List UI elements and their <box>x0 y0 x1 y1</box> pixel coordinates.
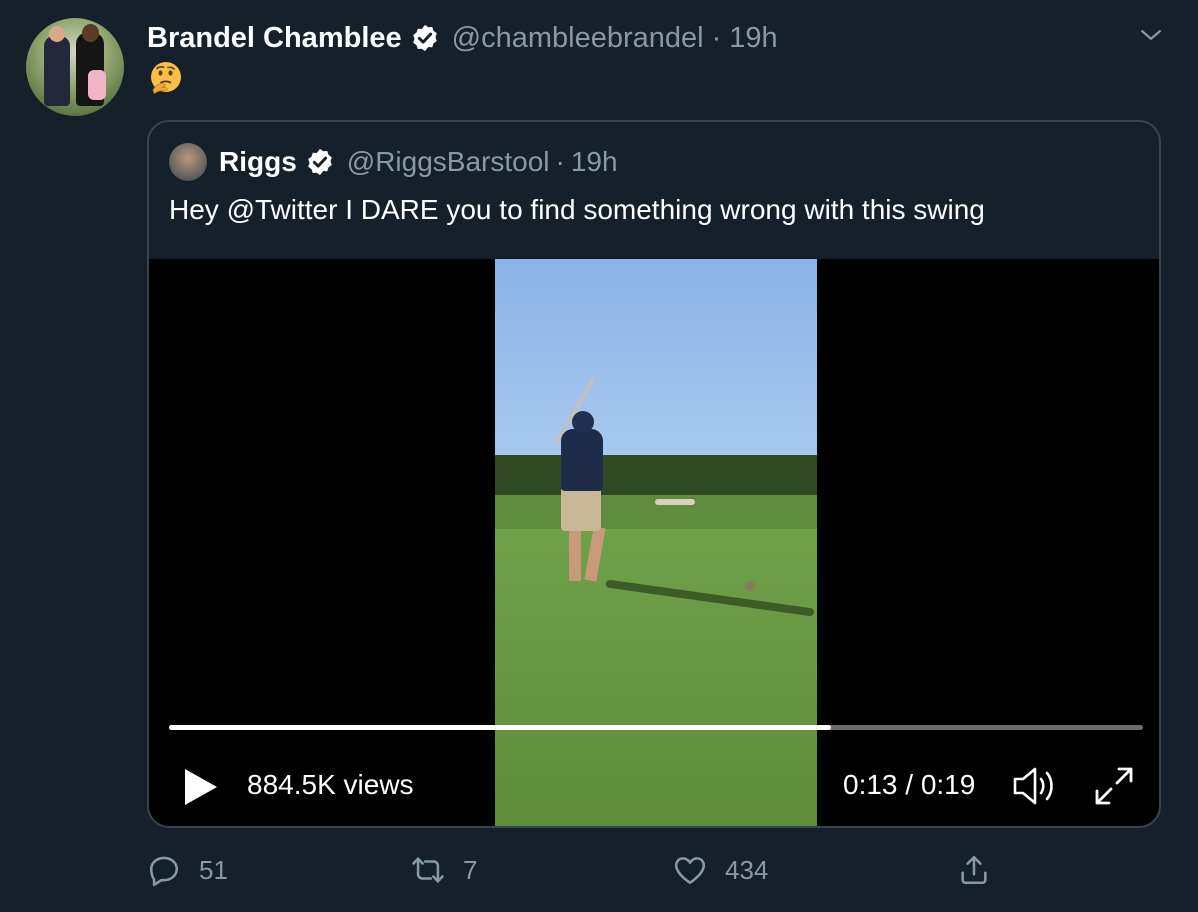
verified-badge-icon <box>412 24 437 52</box>
quoted-author-name[interactable]: Riggs <box>219 146 297 178</box>
video-scene-fairway <box>495 529 817 826</box>
retweet-icon <box>412 857 444 883</box>
tweet-header: Brandel Chamblee @chambleebrandel · 19h <box>147 18 778 58</box>
avatar-figure-head <box>82 24 99 42</box>
thinking-face-emoji-icon <box>151 62 181 95</box>
video-scene-golfer <box>561 429 603 491</box>
share-icon <box>961 855 987 885</box>
video-timer: 0:13 / 0:19 <box>843 769 976 800</box>
quoted-tweet-text: Hey @Twitter I DARE you to find somethin… <box>169 194 985 225</box>
reply-icon <box>149 856 179 887</box>
video-scene-ball <box>745 581 755 591</box>
like-button[interactable]: 434 <box>673 848 768 892</box>
play-icon[interactable] <box>181 767 221 807</box>
retweet-button[interactable]: 7 <box>411 848 477 892</box>
author-handle[interactable]: @chambleebrandel <box>452 22 704 55</box>
reply-count: 51 <box>199 854 228 885</box>
chevron-down-icon[interactable] <box>1136 20 1166 50</box>
video-view-count: 884.5K views <box>247 769 414 800</box>
avatar-figure-head <box>49 26 65 42</box>
quoted-author-avatar[interactable] <box>169 143 207 181</box>
avatar-figure <box>44 36 70 106</box>
like-count: 434 <box>725 854 769 885</box>
video-scene-golfer <box>569 527 581 581</box>
volume-icon[interactable] <box>1011 765 1059 807</box>
video-scene-golfer <box>572 411 594 433</box>
fullscreen-icon[interactable] <box>1093 765 1135 807</box>
quoted-tweet-timestamp[interactable]: 19h <box>571 146 618 178</box>
video-progress-bar[interactable] <box>169 725 1143 730</box>
separator-dot: · <box>555 146 565 177</box>
avatar-detail <box>88 70 106 100</box>
reply-button[interactable]: 51 <box>147 848 228 892</box>
retweet-count: 7 <box>463 854 478 885</box>
video-scene-golfer <box>561 487 601 531</box>
video-scene-trees <box>495 455 817 495</box>
heart-icon <box>674 857 706 885</box>
tweet-actions: 51 7 434 <box>147 848 1047 892</box>
video-progress-fill <box>169 725 832 730</box>
quoted-author-handle[interactable]: @RiggsBarstool <box>347 146 550 178</box>
share-button[interactable] <box>957 848 991 892</box>
video-scene-bunker <box>655 499 695 505</box>
author-name[interactable]: Brandel Chamblee <box>147 22 402 55</box>
quoted-tweet-header: Riggs @RiggsBarstool · 19h <box>169 142 618 182</box>
quoted-tweet[interactable]: Riggs @RiggsBarstool · 19h Hey @Twitter … <box>147 120 1161 828</box>
separator-dot: · <box>711 21 722 54</box>
video-player[interactable]: 884.5K views 0:13 / 0:19 <box>149 259 1159 826</box>
tweet[interactable]: Brandel Chamblee @chambleebrandel · 19h … <box>0 0 1198 912</box>
video-frame <box>495 259 817 826</box>
verified-badge-icon <box>308 148 332 176</box>
author-avatar[interactable] <box>26 18 124 116</box>
tweet-timestamp[interactable]: 19h <box>729 22 777 55</box>
